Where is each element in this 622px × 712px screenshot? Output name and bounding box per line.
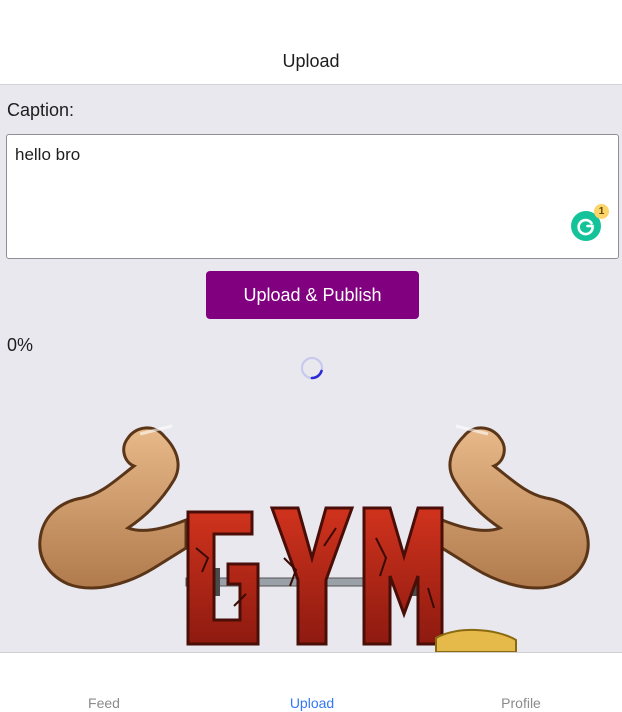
- page-title: Upload: [282, 51, 340, 71]
- upload-preview-image: [36, 408, 592, 652]
- caption-input-value: hello bro: [15, 145, 81, 164]
- caption-label: Caption:: [7, 100, 75, 120]
- bottom-tab-bar: Feed Upload Profile: [0, 652, 622, 712]
- app-header: Upload: [0, 0, 622, 85]
- grammarly-badge: 1: [594, 204, 609, 219]
- tab-profile[interactable]: Profile: [461, 695, 581, 711]
- tab-upload[interactable]: Upload: [252, 695, 372, 711]
- grammarly-icon[interactable]: 1: [571, 204, 609, 241]
- gym-logo-icon: [38, 424, 590, 652]
- tab-feed[interactable]: Feed: [44, 695, 164, 711]
- upload-publish-button[interactable]: Upload & Publish: [206, 271, 419, 319]
- upload-progress-text: 0%: [7, 335, 34, 355]
- caption-input[interactable]: hello bro 1: [6, 134, 619, 259]
- loading-spinner-icon: [300, 356, 324, 380]
